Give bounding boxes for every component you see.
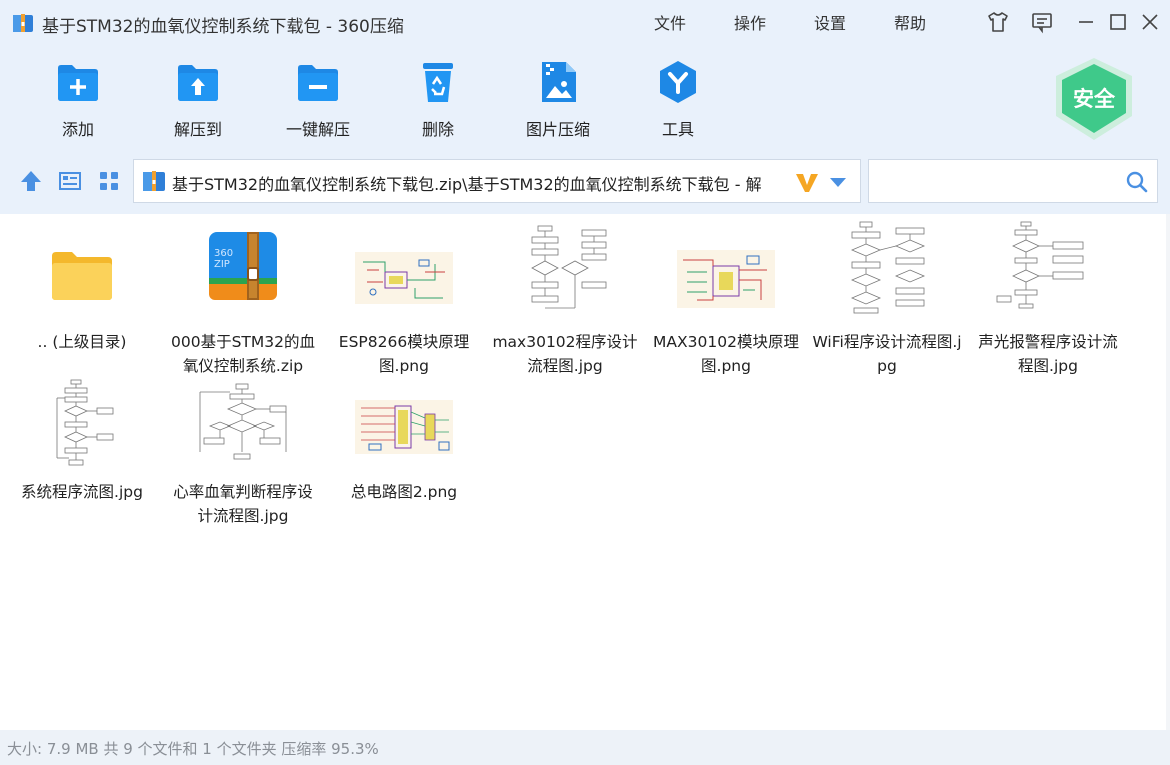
delete-label: 删除 (421, 120, 454, 139)
maximize-icon[interactable] (1106, 10, 1130, 34)
file-name: 声光报警程序设计流程图.jpg (978, 333, 1118, 375)
menu-settings[interactable]: 设置 (814, 10, 846, 34)
file-item-system-flowchart[interactable]: 系统程序流图.jpg (5, 378, 159, 504)
one-click-extract-label: 一键解压 (285, 120, 350, 139)
search-icon[interactable] (1125, 170, 1149, 194)
schematic-thumbnail (355, 400, 453, 454)
chevron-down-icon[interactable] (828, 175, 848, 189)
zip-icon-label: 360 ZIP (214, 248, 234, 270)
file-name: 000基于STM32的血氧仪控制系统.zip (171, 333, 315, 375)
image-compress-label: 图片压缩 (525, 120, 590, 139)
status-bar: 大小: 7.9 MB 共 9 个文件和 1 个文件夹 压缩率 95.3% (0, 730, 1170, 765)
thumbnail-view-icon[interactable] (94, 166, 124, 196)
address-path: 基于STM32的血氧仪控制系统下载包.zip\基于STM32的血氧仪控制系统下载… (172, 175, 762, 194)
one-click-extract-button[interactable]: 一键解压 (268, 58, 368, 140)
menu-operate[interactable]: 操作 (734, 10, 766, 34)
status-text: 大小: 7.9 MB 共 9 个文件和 1 个文件夹 压缩率 95.3% (7, 740, 379, 758)
folder-icon (52, 252, 112, 300)
file-item-main-circuit[interactable]: 总电路图2.png (327, 378, 481, 504)
file-name: MAX30102模块原理图.png (653, 333, 799, 375)
file-thumb: 360 ZIP (166, 228, 320, 324)
file-thumb (488, 225, 642, 324)
file-name: max30102程序设计流程图.jpg (492, 333, 638, 375)
file-item-zip[interactable]: 360 ZIP 000基于STM32的血氧仪控制系统.zip (166, 228, 320, 378)
close-icon[interactable] (1138, 10, 1162, 34)
file-item-max30102-flowchart[interactable]: max30102程序设计流程图.jpg (488, 225, 642, 378)
flowchart-thumbnail (56, 379, 114, 466)
security-shield-badge[interactable]: 安全 (1052, 56, 1136, 142)
tools-button[interactable]: 工具 (628, 58, 728, 140)
window-title: 基于STM32的血氧仪控制系统下载包 - 360压缩 (42, 17, 404, 37)
tools-hexagon-icon (660, 61, 696, 103)
file-name: WiFi程序设计流程图.jpg (812, 333, 962, 375)
flowchart-thumbnail (850, 221, 926, 314)
vertical-scrollbar[interactable] (1166, 214, 1170, 730)
file-name: 心率血氧判断程序设计流程图.jpg (173, 483, 313, 525)
archive-path-icon (143, 171, 165, 191)
skin-shirt-icon[interactable] (986, 10, 1010, 34)
file-thumb (327, 228, 481, 324)
up-arrow-icon[interactable] (16, 166, 46, 196)
archive-app-icon (13, 14, 33, 32)
schematic-thumbnail (355, 252, 453, 304)
detail-view-icon[interactable] (55, 166, 85, 196)
file-grid: .. (上级目录) 360ZIP 000基于STM32的血氧仪控制系统.zip (0, 214, 1170, 730)
menu-help[interactable]: 帮助 (894, 10, 926, 34)
file-name: ESP8266模块原理图.png (338, 333, 470, 375)
file-thumb (327, 378, 481, 474)
add-button[interactable]: 添加 (28, 58, 128, 140)
delete-button[interactable]: 删除 (388, 58, 488, 140)
schematic-thumbnail (677, 250, 775, 308)
file-item-parent-dir[interactable]: .. (上级目录) (5, 228, 159, 354)
tools-label: 工具 (661, 120, 694, 139)
recycle-bin-icon (423, 63, 453, 102)
file-item-max30102-schematic[interactable]: MAX30102模块原理图.png (649, 228, 803, 378)
add-folder-icon (58, 65, 98, 101)
search-input[interactable] (875, 168, 1115, 194)
file-name: 系统程序流图.jpg (21, 483, 143, 501)
file-item-heart-rate-flowchart[interactable]: 心率血氧判断程序设计流程图.jpg (166, 378, 320, 528)
flowchart-thumbnail (199, 383, 287, 460)
menu-file[interactable]: 文件 (654, 10, 686, 34)
flowchart-thumbnail (996, 221, 1084, 309)
file-name: 总电路图2.png (350, 483, 458, 501)
address-bar[interactable]: 基于STM32的血氧仪控制系统下载包.zip\基于STM32的血氧仪控制系统下载… (133, 159, 861, 203)
file-name: .. (上级目录) (37, 333, 127, 351)
file-thumb (971, 221, 1125, 324)
extract-to-label: 解压到 (173, 120, 222, 139)
file-thumb (5, 228, 159, 324)
top-toolbar-area: 基于STM32的血氧仪控制系统下载包 - 360压缩 文件 操作 设置 帮助 添… (0, 0, 1170, 214)
verified-v-icon (796, 174, 818, 192)
file-item-esp8266-schematic[interactable]: ESP8266模块原理图.png (327, 228, 481, 378)
image-compress-icon (542, 62, 576, 102)
extract-folder-icon (178, 65, 218, 101)
file-thumb (166, 378, 320, 474)
flowchart-thumbnail (531, 225, 607, 309)
file-item-wifi-flowchart[interactable]: WiFi程序设计流程图.jpg (810, 221, 964, 378)
image-compress-button[interactable]: 图片压缩 (508, 58, 608, 140)
extract-to-button[interactable]: 解压到 (148, 58, 248, 140)
security-badge-text: 安全 (1073, 87, 1115, 111)
add-label: 添加 (61, 120, 94, 139)
file-thumb (810, 221, 964, 324)
one-click-extract-icon (298, 65, 338, 101)
feedback-icon[interactable] (1030, 10, 1054, 34)
file-thumb (649, 228, 803, 324)
file-item-alarm-flowchart[interactable]: 声光报警程序设计流程图.jpg (971, 221, 1125, 378)
search-box[interactable] (868, 159, 1158, 203)
minimize-icon[interactable] (1074, 10, 1098, 34)
file-thumb (5, 378, 159, 474)
title-bar: 基于STM32的血氧仪控制系统下载包 - 360压缩 文件 操作 设置 帮助 (0, 0, 1170, 46)
